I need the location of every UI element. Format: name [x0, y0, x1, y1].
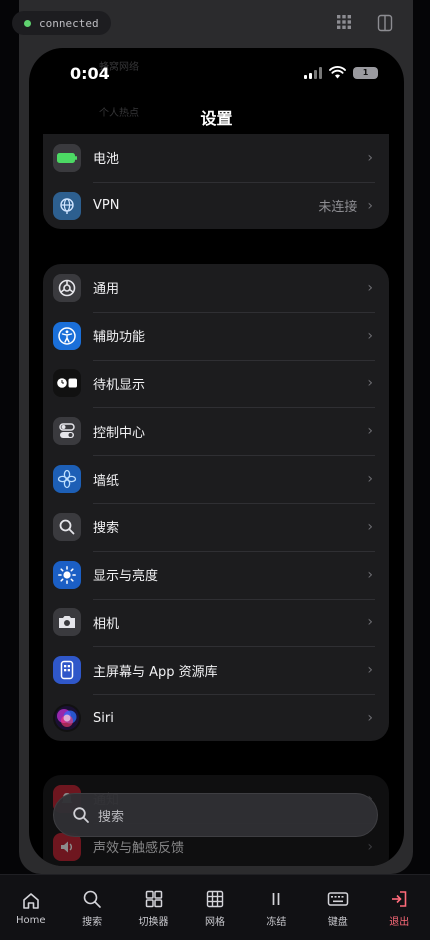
battery-indicator: 1: [353, 66, 378, 79]
apps-grid-icon[interactable]: [336, 14, 352, 34]
chevron-right-icon: ›: [367, 149, 373, 166]
settings-row-search[interactable]: 搜索 ›: [43, 502, 389, 551]
settings-row-wallpaper[interactable]: 墙纸 ›: [43, 455, 389, 503]
chevron-right-icon: ›: [367, 614, 373, 631]
vpn-icon: [53, 191, 81, 220]
chevron-right-icon: ›: [367, 662, 373, 679]
accessibility-icon: [53, 321, 81, 350]
settings-row-label: 相机: [93, 616, 120, 632]
settings-group-general: 通用 › 辅助功能 › 待机显示 › 控制中心 › 墙纸 › 搜索 › 显示与亮…: [43, 264, 389, 741]
chevron-right-icon: ›: [367, 279, 373, 296]
search-icon: [83, 890, 101, 908]
settings-search-bar[interactable]: 搜索: [53, 793, 378, 837]
pause-icon: [273, 893, 280, 905]
settings-row-label: 显示与亮度: [93, 569, 159, 585]
toolbar-switcher-button[interactable]: 切换器: [123, 875, 184, 940]
chevron-right-icon: ›: [367, 423, 373, 440]
home-icon: [22, 893, 39, 909]
toolbar-keyboard-button[interactable]: 键盘: [307, 875, 368, 940]
toolbar-label: 冻结: [266, 917, 287, 928]
settings-row-label: 控制中心: [93, 425, 146, 441]
settings-row-label: VPN: [93, 198, 120, 214]
settings-row-siri[interactable]: Siri ›: [43, 694, 389, 741]
bottom-toolbar: Home 搜索 切换器 网格 冻结 键盘 退出: [0, 874, 430, 940]
page-title: 设置: [200, 109, 233, 128]
toolbar-label: 退出: [389, 917, 410, 928]
settings-row-label: 通用: [93, 282, 120, 298]
battery-level: 1: [362, 68, 369, 77]
toolbar-label: Home: [15, 915, 46, 926]
search-placeholder: 搜索: [98, 809, 125, 825]
wifi-icon: [329, 66, 346, 79]
status-time: 0:04: [70, 64, 110, 83]
toolbar-label: 搜索: [82, 917, 103, 928]
brightness-icon: [53, 560, 81, 589]
settings-row-battery[interactable]: 电池 ›: [43, 134, 389, 182]
siri-icon: [53, 704, 81, 733]
settings-row-control-center[interactable]: 控制中心 ›: [43, 407, 389, 455]
settings-row-home-screen[interactable]: 主屏幕与 App 资源库 ›: [43, 646, 389, 694]
chevron-right-icon: ›: [367, 518, 373, 535]
window-layout-icon[interactable]: [376, 14, 394, 36]
settings-row-label: 声效与触感反馈: [93, 841, 185, 857]
settings-row-vpn[interactable]: VPN 未连接 ›: [43, 181, 389, 229]
cellular-signal-icon: [304, 66, 322, 79]
toolbar-label: 切换器: [138, 917, 169, 928]
battery-icon: [53, 143, 81, 172]
chevron-right-icon: ›: [367, 566, 373, 583]
settings-row-camera[interactable]: 相机 ›: [43, 598, 389, 647]
phone-screen: 0:04 1 蜂窝网络 个人热点 设置 电池 › VPN 未连接 › 通用 › …: [29, 48, 404, 866]
chevron-right-icon: ›: [367, 327, 373, 344]
settings-group-power-vpn: 电池 › VPN 未连接 ›: [43, 134, 389, 229]
connection-dot: [24, 19, 31, 27]
grid-icon: [206, 890, 224, 908]
toolbar-freeze-button[interactable]: 冻结: [246, 875, 307, 940]
settings-row-label: Siri: [93, 710, 114, 726]
settings-row-general[interactable]: 通用 ›: [43, 264, 389, 312]
search-icon: [73, 807, 89, 823]
control-center-icon: [53, 417, 81, 446]
exit-icon: [392, 891, 407, 907]
chevron-right-icon: ›: [367, 375, 373, 392]
toolbar-label: 网格: [204, 917, 225, 928]
chevron-right-icon: ›: [367, 838, 373, 855]
settings-row-label: 电池: [93, 152, 120, 168]
toolbar-home-button[interactable]: Home: [0, 875, 61, 940]
status-bar: 0:04 1: [29, 48, 404, 96]
standby-icon: [53, 369, 81, 398]
wallpaper-icon: [53, 465, 81, 494]
toolbar-label: 键盘: [327, 917, 348, 928]
chevron-right-icon: ›: [367, 710, 373, 727]
settings-row-label: 待机显示: [93, 377, 146, 393]
gear-icon: [53, 273, 81, 302]
camera-icon: [53, 608, 81, 637]
chevron-right-icon: ›: [367, 197, 373, 214]
home-screen-icon: [53, 656, 81, 685]
search-icon: [53, 512, 81, 541]
switcher-icon: [145, 890, 162, 908]
settings-row-accessibility[interactable]: 辅助功能 ›: [43, 311, 389, 360]
settings-row-label: 墙纸: [93, 473, 120, 489]
toolbar-search-button[interactable]: 搜索: [61, 875, 122, 940]
settings-row-standby[interactable]: 待机显示 ›: [43, 359, 389, 408]
connection-text: connected: [39, 16, 99, 30]
chevron-right-icon: ›: [367, 471, 373, 488]
settings-row-display[interactable]: 显示与亮度 ›: [43, 550, 389, 599]
keyboard-icon: [327, 892, 349, 906]
vpn-status-value: 未连接: [318, 200, 358, 216]
toolbar-grid-button[interactable]: 网格: [184, 875, 245, 940]
toolbar-exit-button[interactable]: 退出: [369, 875, 430, 940]
connection-status: connected: [12, 11, 111, 35]
settings-row-label: 主屏幕与 App 资源库: [93, 664, 218, 680]
settings-row-label: 搜索: [93, 521, 120, 537]
settings-row-label: 辅助功能: [93, 330, 146, 346]
